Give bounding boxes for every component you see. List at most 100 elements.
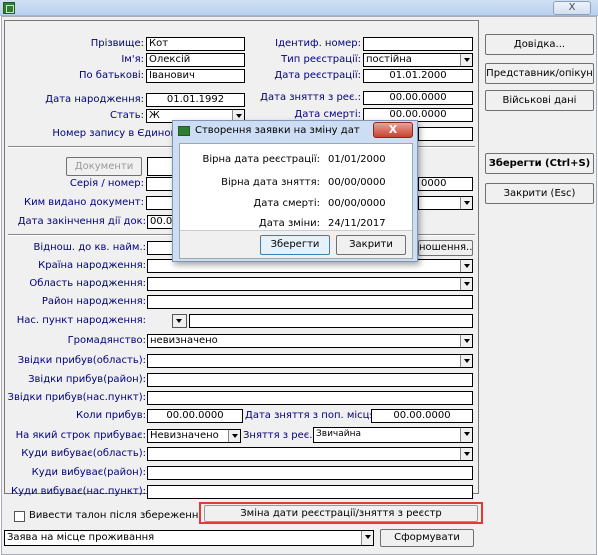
chevron-down-icon[interactable] xyxy=(460,448,472,460)
birth-district-label: Район народження: xyxy=(41,296,146,307)
arrival-district-label: Звідки прибув(район): xyxy=(28,374,146,385)
arrival-district-field[interactable] xyxy=(147,373,473,387)
prev-dereg-label: Дата зняття з поп. місця: xyxy=(245,410,379,421)
reg-type-select[interactable]: постійна xyxy=(363,53,473,67)
departure-district-label: Куди вибуває(район): xyxy=(31,467,146,478)
arrival-date-label: Коли прибув: xyxy=(75,410,146,421)
print-ticket-label: Вивести талон після збереження xyxy=(29,510,205,521)
dereg-type-select[interactable]: Звичайна xyxy=(313,427,473,443)
term-label: На який строк прибуває: xyxy=(15,430,146,441)
close-form-button[interactable]: Закрити (Esc) xyxy=(485,183,594,204)
app-icon xyxy=(3,2,15,14)
patronymic-field[interactable]: Іванович xyxy=(146,69,245,83)
arrival-locality-label: Звідки прибув(нас.пункт): xyxy=(7,392,146,403)
sex-value: Ж xyxy=(149,110,160,121)
arrival-locality-field[interactable] xyxy=(147,391,473,405)
dialog-footer: Зберегти Закрити xyxy=(180,230,412,258)
name-label: Ім'я: xyxy=(121,54,144,65)
departure-locality-label: Куди вибуває(нас.пункт): xyxy=(11,486,146,497)
citizenship-select[interactable]: невизначено xyxy=(147,334,473,348)
print-ticket-checkbox[interactable] xyxy=(14,511,25,522)
dialog-dereg-date-label: Вірна дата зняття: xyxy=(221,177,320,188)
patronymic-label: По батькові: xyxy=(78,70,144,81)
reg-date-label: Дата реєстрації: xyxy=(274,70,361,81)
dialog-dereg-date-field[interactable]: 00/00/0000 xyxy=(328,176,408,190)
relation-label: Віднош. до кв. найм.: xyxy=(33,242,146,253)
birth-locality-label: Нас. пункт народження: xyxy=(16,315,146,326)
birth-country-label: Країна народження: xyxy=(38,260,146,271)
guardian-button[interactable]: Представник/опікун xyxy=(485,63,594,84)
chevron-down-icon[interactable] xyxy=(460,335,472,347)
window-titlebar xyxy=(0,0,598,16)
chevron-down-icon[interactable] xyxy=(460,428,472,442)
dereg-date-field[interactable]: 00.00.0000 xyxy=(363,91,473,105)
chevron-down-icon[interactable] xyxy=(228,430,240,442)
birthdate-label: Дата народження: xyxy=(45,94,144,105)
birthdate-field[interactable]: 01.01.1992 xyxy=(146,93,245,107)
term-select[interactable]: Невизначено xyxy=(147,429,241,443)
dialog-close-button[interactable]: X xyxy=(373,122,413,138)
surname-field[interactable]: Кот xyxy=(146,37,245,51)
prev-dereg-field[interactable]: 00.00.0000 xyxy=(371,409,473,423)
issued-by-select[interactable] xyxy=(418,196,473,210)
departure-district-field[interactable] xyxy=(147,466,473,480)
dialog-body: Вірна дата реєстрації: 01/01/2000 Вірна … xyxy=(179,143,413,259)
term-value: Невизначено xyxy=(150,430,219,441)
expiry-label: Дата закінчення дії док: xyxy=(17,216,146,227)
series-label: Серія / номер: xyxy=(69,178,144,189)
reg-type-label: Тип реєстрації: xyxy=(281,54,361,65)
change-dates-button[interactable]: Зміна дати реєстрації/зняття з реєстр xyxy=(204,505,478,522)
arrival-region-select[interactable] xyxy=(147,354,473,368)
name-field[interactable]: Олексій xyxy=(146,53,245,67)
save-button[interactable]: Зберегти (Ctrl+S) xyxy=(485,153,594,174)
application-type-value: Заява на місце проживання xyxy=(7,532,155,543)
departure-locality-field[interactable] xyxy=(147,485,473,499)
documents-button[interactable]: Документи xyxy=(66,157,142,176)
departure-region-select[interactable] xyxy=(147,447,473,461)
dialog-death-date-label: Дата смерті: xyxy=(253,198,320,209)
help-button[interactable]: Довідка... xyxy=(485,34,594,55)
chevron-down-icon[interactable] xyxy=(173,315,186,327)
chevron-down-icon[interactable] xyxy=(361,531,373,545)
application-type-select[interactable]: Заява на місце проживання xyxy=(4,530,374,546)
reg-type-value: постійна xyxy=(366,54,412,65)
birth-district-field[interactable] xyxy=(147,295,473,309)
citizenship-value: невизначено xyxy=(150,335,218,346)
change-dates-dialog: Створення заявки на зміну дат X Вірна да… xyxy=(172,120,418,262)
reg-date-field[interactable]: 01.01.2000 xyxy=(363,69,473,83)
birth-region-select[interactable] xyxy=(147,277,473,291)
chevron-down-icon[interactable] xyxy=(460,260,472,272)
id-number-field[interactable] xyxy=(363,37,473,51)
military-data-button[interactable]: Військові дані xyxy=(485,90,594,111)
surname-label: Прізвище: xyxy=(90,38,144,49)
dialog-save-button[interactable]: Зберегти xyxy=(260,235,330,255)
chevron-down-icon[interactable] xyxy=(460,197,472,209)
chevron-down-icon[interactable] xyxy=(460,278,472,290)
dereg-type-value: Звичайна xyxy=(316,429,362,439)
arrival-date-field[interactable]: 00.00.0000 xyxy=(147,409,243,423)
window-close-button[interactable]: X xyxy=(553,1,591,15)
id-number-label: Ідентиф. номер: xyxy=(275,38,361,49)
dialog-reg-date-label: Вірна дата реєстрації: xyxy=(202,154,320,165)
dereg-type-label: Зняття з реє.: xyxy=(243,430,316,441)
dialog-reg-date-field[interactable]: 01/01/2000 xyxy=(328,153,408,167)
issued-by-label: Ким видано документ: xyxy=(23,197,144,208)
arrival-region-label: Звідки прибув(область): xyxy=(17,355,146,366)
departure-region-label: Куди вибуває(область): xyxy=(21,448,146,459)
citizenship-label: Громадянство: xyxy=(67,335,146,346)
record-number-field[interactable] xyxy=(418,127,473,141)
record-number-label: Номер запису в Єдином xyxy=(52,128,178,139)
dialog-death-date-field[interactable]: 00/00/0000 xyxy=(328,197,408,211)
chevron-down-icon[interactable] xyxy=(460,54,472,66)
birth-region-label: Область народження: xyxy=(29,278,146,289)
dialog-change-date-label: Дата зміни: xyxy=(258,218,320,229)
birth-locality-dropdown[interactable] xyxy=(172,314,187,328)
relation-button[interactable]: ношення... xyxy=(418,240,473,256)
sex-label: Стать: xyxy=(109,110,144,121)
birth-locality-field[interactable] xyxy=(189,314,473,328)
form-document-button[interactable]: Сформувати xyxy=(380,529,474,547)
chevron-down-icon[interactable] xyxy=(460,355,472,367)
dialog-close-form-button[interactable]: Закрити xyxy=(336,235,406,255)
extra-date-field[interactable]: 0000 xyxy=(418,177,473,191)
dereg-date-label: Дата зняття з реє.: xyxy=(260,92,361,103)
